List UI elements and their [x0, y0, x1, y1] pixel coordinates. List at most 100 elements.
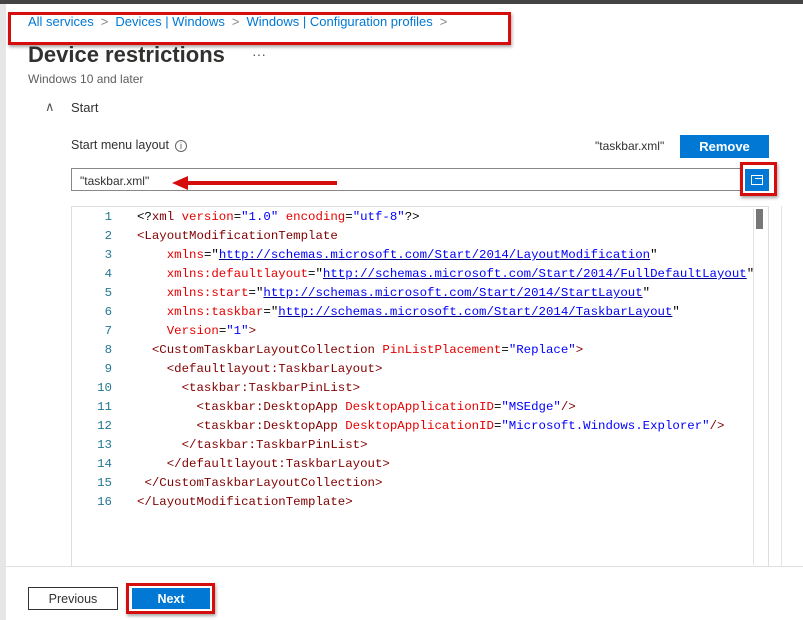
code-text: xmlns:start="http://schemas.microsoft.co…: [137, 284, 650, 303]
code-token-tag: <CustomTaskbarLayoutCollection: [151, 343, 383, 357]
code-text: Version="1">: [137, 322, 256, 341]
code-token-punc: <?: [137, 210, 152, 224]
chevron-up-icon[interactable]: ∧: [45, 99, 55, 115]
code-token-punc: =: [501, 343, 509, 357]
code-token-punc: =: [233, 210, 242, 224]
code-token-attr: encoding: [285, 210, 346, 224]
code-token-val: "Replace": [508, 343, 576, 357]
highlight-box-next: [126, 583, 215, 614]
code-token-link[interactable]: http://schemas.microsoft.com/Start/2014/…: [278, 305, 672, 319]
code-text: <defaultlayout:TaskbarLayout>: [137, 360, 383, 379]
code-token-punc: ?>: [404, 210, 420, 224]
line-number: 16: [97, 495, 112, 509]
line-number: 9: [104, 362, 112, 376]
line-number: 15: [97, 476, 112, 490]
code-token-punc: =": [308, 267, 323, 281]
code-token-tag: <LayoutModificationTemplate: [137, 229, 338, 243]
field-label: Start menu layout: [71, 138, 169, 152]
code-token-punc: ": [746, 267, 755, 281]
code-text: xmlns:taskbar="http://schemas.microsoft.…: [137, 303, 680, 322]
code-token-attr: xmlns:taskbar: [166, 305, 264, 319]
code-token-tag: </taskbar:TaskbarPinList>: [181, 438, 368, 452]
code-token-punc: [137, 457, 167, 471]
code-token-attr: version: [181, 210, 234, 224]
section-start-toggle[interactable]: Start: [71, 100, 98, 115]
line-number: 5: [104, 286, 112, 300]
code-token-tag: <taskbar:DesktopApp: [196, 400, 346, 414]
code-token-attr: xmlns:start: [166, 286, 249, 300]
line-number: 8: [104, 343, 112, 357]
code-text: <taskbar:DesktopApp DesktopApplicationID…: [137, 417, 725, 436]
highlight-box-browse: [740, 162, 777, 196]
code-token-tag: />: [560, 400, 576, 414]
top-bar: [0, 0, 803, 4]
code-token-attr: PinListPlacement: [382, 343, 502, 357]
code-token-tag: >: [248, 324, 256, 338]
code-text: </CustomTaskbarLayoutCollection>: [137, 474, 382, 493]
code-token-punc: [137, 400, 197, 414]
code-token-val: "MSEdge": [501, 400, 561, 414]
more-options-button[interactable]: ···: [252, 46, 266, 62]
code-text: <LayoutModificationTemplate: [137, 227, 338, 246]
page-subtitle: Windows 10 and later: [28, 72, 144, 86]
line-number: 1: [104, 210, 112, 224]
editor-scrollbar[interactable]: [753, 209, 765, 565]
code-token-tag: <taskbar:TaskbarPinList>: [181, 381, 361, 395]
code-token-tag: >: [575, 343, 584, 357]
previous-button[interactable]: Previous: [28, 587, 118, 610]
line-number: 6: [104, 305, 112, 319]
code-token-punc: [137, 438, 182, 452]
code-text: <taskbar:TaskbarPinList>: [137, 379, 360, 398]
code-token-punc: [137, 267, 167, 281]
code-token-punc: =: [345, 210, 353, 224]
code-token-punc: ": [672, 305, 680, 319]
code-token-link[interactable]: http://schemas.microsoft.com/Start/2014/…: [263, 286, 642, 300]
code-token-val: "Microsoft.Windows.Explorer": [501, 419, 710, 433]
highlight-box-breadcrumb: [8, 12, 511, 45]
code-token-attr: xmlns:defaultlayout: [166, 267, 309, 281]
footer-divider: [6, 566, 803, 567]
left-strip: [0, 4, 6, 620]
code-text: <taskbar:DesktopApp DesktopApplicationID…: [137, 398, 576, 417]
line-number: 11: [97, 400, 112, 414]
code-token-val: "utf-8": [352, 210, 405, 224]
line-number: 3: [104, 248, 112, 262]
code-text: <CustomTaskbarLayoutCollection PinListPl…: [137, 341, 583, 360]
panel-divider: [781, 206, 782, 566]
code-token-punc: =": [203, 248, 219, 262]
code-token-punc: ": [642, 286, 651, 300]
code-token-punc: [137, 381, 182, 395]
line-number: 7: [104, 324, 112, 338]
code-token-attr: xmlns: [166, 248, 204, 262]
code-token-punc: [137, 286, 167, 300]
remove-button[interactable]: Remove: [680, 135, 769, 158]
code-token-punc: =": [248, 286, 264, 300]
code-token-attr: Version: [166, 324, 219, 338]
line-number: 13: [97, 438, 112, 452]
code-token-punc: [137, 305, 167, 319]
code-token-val: "1": [226, 324, 249, 338]
code-token-link[interactable]: http://schemas.microsoft.com/Start/2014/…: [323, 267, 747, 281]
line-number: 2: [104, 229, 112, 243]
code-token-tag: <taskbar:DesktopApp: [196, 419, 346, 433]
code-text: </LayoutModificationTemplate>: [137, 493, 353, 512]
code-text: xmlns="http://schemas.microsoft.com/Star…: [137, 246, 658, 265]
code-token-tag: xml: [151, 210, 182, 224]
code-text: <?xml version="1.0" encoding="utf-8"?>: [137, 208, 420, 227]
line-number: 14: [97, 457, 112, 471]
code-token-tag: </defaultlayout:TaskbarLayout>: [166, 457, 390, 471]
info-icon[interactable]: i: [174, 140, 187, 152]
code-token-attr: DesktopApplicationID: [345, 400, 494, 414]
scrollbar-thumb[interactable]: [756, 209, 763, 229]
code-token-punc: [137, 343, 152, 357]
code-token-tag: <defaultlayout:TaskbarLayout>: [166, 362, 383, 376]
code-text: xmlns:defaultlayout="http://schemas.micr…: [137, 265, 754, 284]
code-token-link[interactable]: http://schemas.microsoft.com/Start/2014/…: [219, 248, 650, 262]
code-token-punc: [137, 362, 167, 376]
xml-code-editor[interactable]: 1 <?xml version="1.0" encoding="utf-8"?> 2…: [71, 206, 769, 566]
code-token-punc: [137, 324, 167, 338]
code-token-punc: =": [263, 305, 279, 319]
line-number: 4: [104, 267, 112, 281]
code-token-tag: </CustomTaskbarLayoutCollection>: [144, 476, 383, 490]
code-token-tag: </LayoutModificationTemplate>: [137, 495, 353, 509]
